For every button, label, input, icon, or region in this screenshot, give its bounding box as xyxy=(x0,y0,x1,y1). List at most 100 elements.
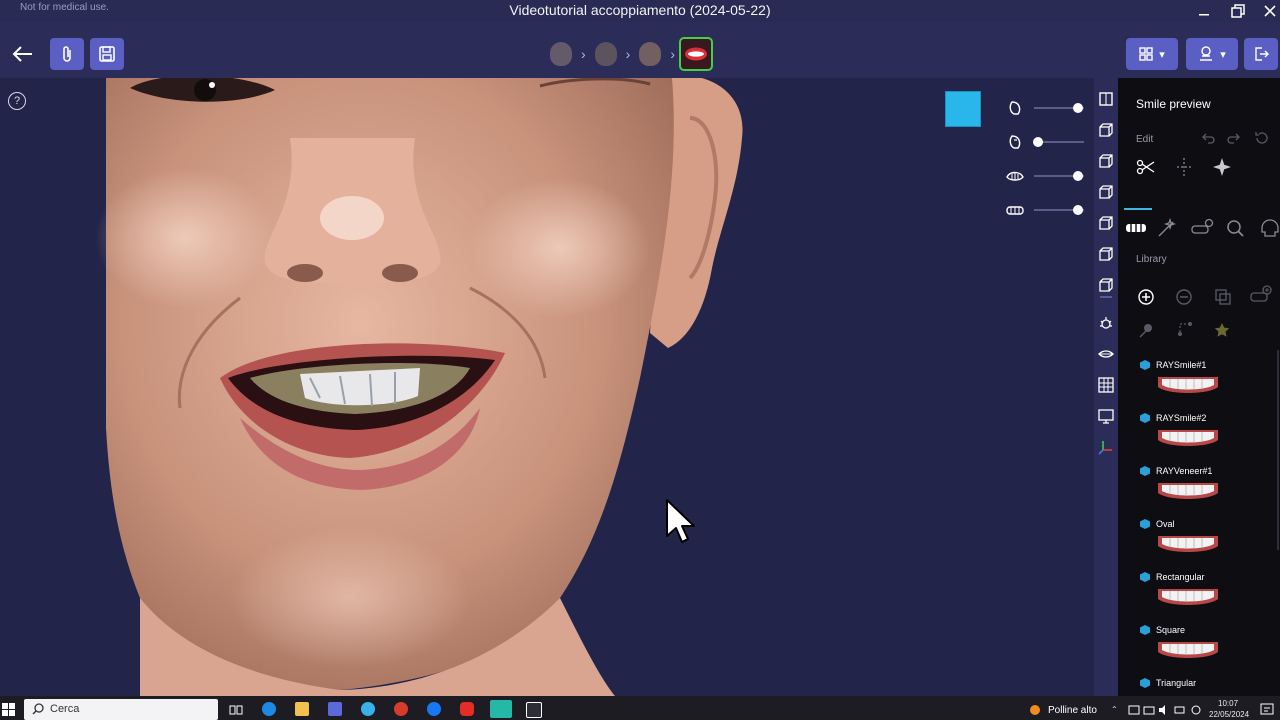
duplicate-icon[interactable] xyxy=(1214,288,1232,306)
tray-chevron-up-icon[interactable]: ⌃ xyxy=(1111,705,1118,714)
opacity-slider-upper-jaw[interactable] xyxy=(1006,166,1084,186)
file-explorer-icon[interactable] xyxy=(295,702,309,716)
minimize-icon xyxy=(1199,14,1209,16)
tab-teeth-add[interactable] xyxy=(1190,218,1214,238)
face-step-2[interactable] xyxy=(590,38,622,70)
restore-button[interactable] xyxy=(1222,0,1254,22)
tray-sync-icon[interactable] xyxy=(1190,704,1202,716)
edit-label: Edit xyxy=(1136,134,1154,145)
view-front-icon[interactable] xyxy=(1098,91,1114,107)
pdf-app-icon[interactable] xyxy=(394,702,408,716)
bug-tool-icon[interactable] xyxy=(1098,315,1114,331)
teeth-thumbnail xyxy=(1158,642,1218,658)
add-teeth-set-icon[interactable] xyxy=(1250,285,1272,305)
smile-preview-panel: Smile preview Edit Library RAYSmile#1 RA… xyxy=(1118,78,1280,696)
pin-tool-icon[interactable] xyxy=(1138,322,1154,338)
save-icon xyxy=(99,46,115,62)
tab-skull[interactable] xyxy=(1258,218,1280,238)
slider-knob[interactable] xyxy=(1033,137,1043,147)
clock-date[interactable]: 22/05/2024 xyxy=(1209,710,1249,719)
library-item-raysmile-2[interactable]: RAYSmile#2 xyxy=(1140,413,1260,463)
edge-browser-icon[interactable] xyxy=(262,702,276,716)
tab-search-zoom[interactable] xyxy=(1224,218,1248,238)
window-title: Videotutorial accoppiamento (2024-05-22) xyxy=(509,2,771,18)
network-icon[interactable] xyxy=(1143,704,1155,716)
color-swatch[interactable] xyxy=(945,91,981,127)
face-step-3[interactable] xyxy=(634,38,666,70)
monitor-icon[interactable] xyxy=(1098,408,1114,424)
reset-icon[interactable] xyxy=(1254,131,1268,145)
axis-gizmo-icon[interactable] xyxy=(1098,439,1114,455)
view-cube-back-icon[interactable] xyxy=(1098,277,1114,293)
library-item-oval[interactable]: Oval xyxy=(1140,519,1260,569)
model-cube-icon xyxy=(1140,519,1150,529)
remove-icon[interactable] xyxy=(1176,289,1192,305)
library-item-raysmile-1[interactable]: RAYSmile#1 xyxy=(1140,360,1260,410)
opacity-slider-teeth[interactable] xyxy=(1006,200,1084,220)
export-icon xyxy=(1255,47,1269,61)
chevron-right-icon: › xyxy=(581,46,586,62)
teeth-thumbnail xyxy=(1158,589,1218,605)
path-tool-icon[interactable] xyxy=(1176,320,1194,338)
opacity-slider-face-profile[interactable] xyxy=(1006,98,1084,118)
add-icon[interactable] xyxy=(1138,289,1154,305)
library-item-triangular[interactable]: Triangular xyxy=(1140,678,1260,696)
notification-icon[interactable] xyxy=(1260,703,1274,717)
opacity-slider-face-profile-alt[interactable] xyxy=(1006,132,1084,152)
close-button[interactable] xyxy=(1254,0,1280,22)
tray-app-icon[interactable] xyxy=(1128,704,1140,716)
view-cube-icon[interactable] xyxy=(1098,122,1114,138)
library-item-label: Square xyxy=(1156,625,1186,635)
facebook-icon[interactable] xyxy=(427,702,441,716)
library-scrollbar[interactable] xyxy=(1277,350,1279,550)
windows-start-icon[interactable] xyxy=(2,703,16,717)
export-button[interactable] xyxy=(1244,38,1278,70)
task-view-icon[interactable] xyxy=(229,703,243,717)
3d-viewport[interactable] xyxy=(0,78,1093,696)
favorite-star-icon[interactable] xyxy=(1214,322,1230,338)
slider-knob[interactable] xyxy=(1073,205,1083,215)
model-cube-icon xyxy=(1140,360,1150,370)
teeth-thumbnail xyxy=(1158,536,1218,552)
attach-button[interactable] xyxy=(50,38,84,70)
battery-icon[interactable] xyxy=(1174,704,1186,716)
lips-outline-icon[interactable] xyxy=(1098,346,1114,362)
undo-icon[interactable] xyxy=(1202,132,1216,144)
library-item-square[interactable]: Square xyxy=(1140,625,1260,675)
model-cube-icon xyxy=(1140,572,1150,582)
scissors-icon[interactable] xyxy=(1136,158,1156,176)
volume-icon[interactable] xyxy=(1158,704,1170,716)
jaw-upper-icon xyxy=(1006,171,1024,181)
tab-teeth-library[interactable] xyxy=(1124,218,1148,238)
smile-step[interactable] xyxy=(679,37,714,71)
library-item-rectangular[interactable]: Rectangular xyxy=(1140,572,1260,622)
taskbar-search[interactable]: Cerca xyxy=(24,699,218,720)
youtube-icon[interactable] xyxy=(460,702,474,716)
slider-knob[interactable] xyxy=(1073,171,1083,181)
grid-icon[interactable] xyxy=(1098,377,1114,393)
back-button[interactable] xyxy=(6,38,40,70)
slider-knob[interactable] xyxy=(1073,103,1083,113)
help-icon[interactable]: ? xyxy=(8,92,26,110)
app-c-icon[interactable] xyxy=(526,702,542,718)
view-cube-top-icon[interactable] xyxy=(1098,215,1114,231)
view-cube-right-icon[interactable] xyxy=(1098,184,1114,200)
weather-text[interactable]: Polline alto xyxy=(1048,705,1097,716)
library-item-rayveneer-1[interactable]: RAYVeneer#1 xyxy=(1140,466,1260,516)
redo-icon[interactable] xyxy=(1226,132,1240,144)
rayface-app-icon[interactable] xyxy=(490,700,512,718)
layout-button[interactable]: ▾ xyxy=(1126,38,1178,70)
chevron-right-icon: › xyxy=(625,46,631,62)
minimize-button[interactable] xyxy=(1188,0,1220,22)
view-cube-left-icon[interactable] xyxy=(1098,153,1114,169)
clock-time[interactable]: 10:07 xyxy=(1218,699,1238,708)
model-menu-button[interactable]: ▾ xyxy=(1186,38,1238,70)
store-icon[interactable] xyxy=(328,702,342,716)
tab-wand[interactable] xyxy=(1156,218,1180,238)
transform-icon[interactable] xyxy=(1212,157,1232,177)
face-step-1[interactable] xyxy=(545,38,577,70)
view-cube-bottom-icon[interactable] xyxy=(1098,246,1114,262)
settings-app-icon[interactable] xyxy=(361,702,375,716)
midline-icon[interactable] xyxy=(1174,157,1194,177)
save-button[interactable] xyxy=(90,38,124,70)
